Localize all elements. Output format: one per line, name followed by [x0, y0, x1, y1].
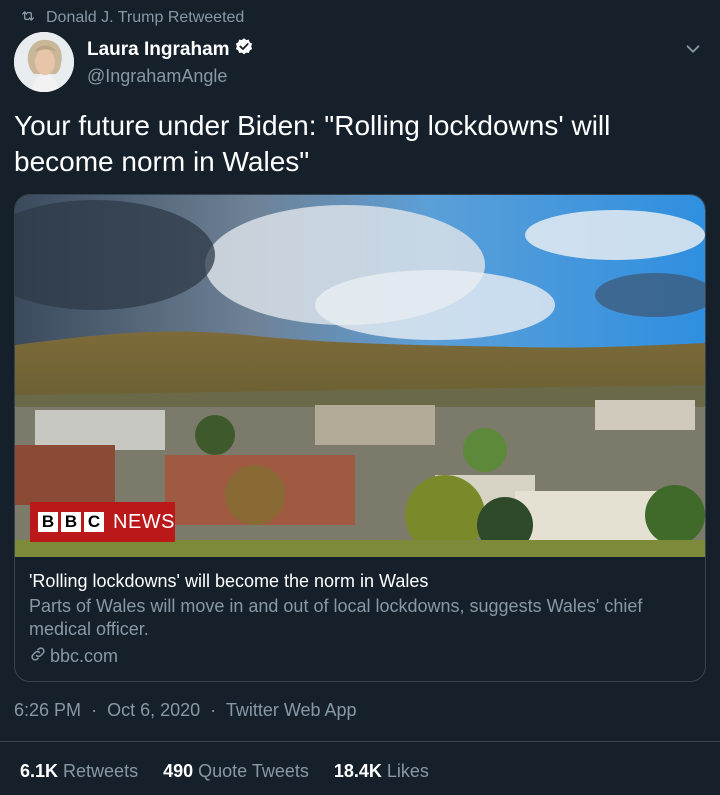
stat-label: Retweets [63, 761, 139, 781]
card-domain: bbc.com [29, 645, 691, 668]
card-body: 'Rolling lockdowns' will become the norm… [29, 569, 691, 668]
stat-retweets[interactable]: 6.1K Retweets [20, 761, 138, 782]
card-domain-text: bbc.com [50, 646, 119, 666]
bbc-news-logo: B B C NEWS [30, 502, 175, 542]
stat-label: Quote Tweets [198, 761, 309, 781]
link-card[interactable]: B B C NEWS 'Rolling lockdowns' will beco… [14, 194, 706, 682]
stat-likes[interactable]: 18.4K Likes [334, 761, 429, 782]
retweet-icon [20, 8, 36, 29]
divider [0, 741, 720, 742]
tweet-time[interactable]: 6:26 PM [14, 700, 81, 720]
card-title: 'Rolling lockdowns' will become the norm… [29, 571, 429, 591]
meta-separator: · [210, 700, 217, 720]
tweet-text: Your future under Biden: "Rolling lockdo… [14, 110, 611, 177]
bbc-logo-word: NEWS [113, 510, 175, 533]
stat-count: 6.1K [20, 761, 59, 781]
stat-count: 490 [163, 761, 194, 781]
stat-quote-tweets[interactable]: 490 Quote Tweets [163, 761, 309, 782]
link-icon [29, 645, 47, 668]
bbc-logo-letter: B [38, 512, 58, 532]
verified-badge-icon [234, 37, 254, 62]
stat-label: Likes [386, 761, 429, 781]
bbc-logo-letter: B [61, 512, 81, 532]
author-handle[interactable]: @IngrahamAngle [87, 66, 254, 87]
author-display-name[interactable]: Laura Ingraham [87, 39, 230, 61]
meta-separator: · [91, 700, 98, 720]
avatar[interactable] [14, 32, 74, 92]
stat-count: 18.4K [333, 761, 382, 781]
card-description: Parts of Wales will move in and out of l… [29, 596, 643, 639]
tweet-source[interactable]: Twitter Web App [226, 700, 357, 720]
retweet-header[interactable]: Donald J. Trump Retweeted [20, 6, 244, 30]
tweet-meta: 6:26 PM · Oct 6, 2020 · Twitter Web App [14, 700, 357, 721]
tweet-author: Laura Ingraham @IngrahamAngle [14, 30, 706, 94]
tweet-date[interactable]: Oct 6, 2020 [107, 700, 200, 720]
author-names: Laura Ingraham @IngrahamAngle [87, 37, 254, 87]
retweet-header-text: Donald J. Trump Retweeted [46, 9, 245, 26]
bbc-logo-letter: C [84, 512, 104, 532]
chevron-down-icon[interactable] [682, 38, 704, 60]
tweet-stats: 6.1K Retweets 490 Quote Tweets 18.4K Likes [20, 761, 429, 782]
